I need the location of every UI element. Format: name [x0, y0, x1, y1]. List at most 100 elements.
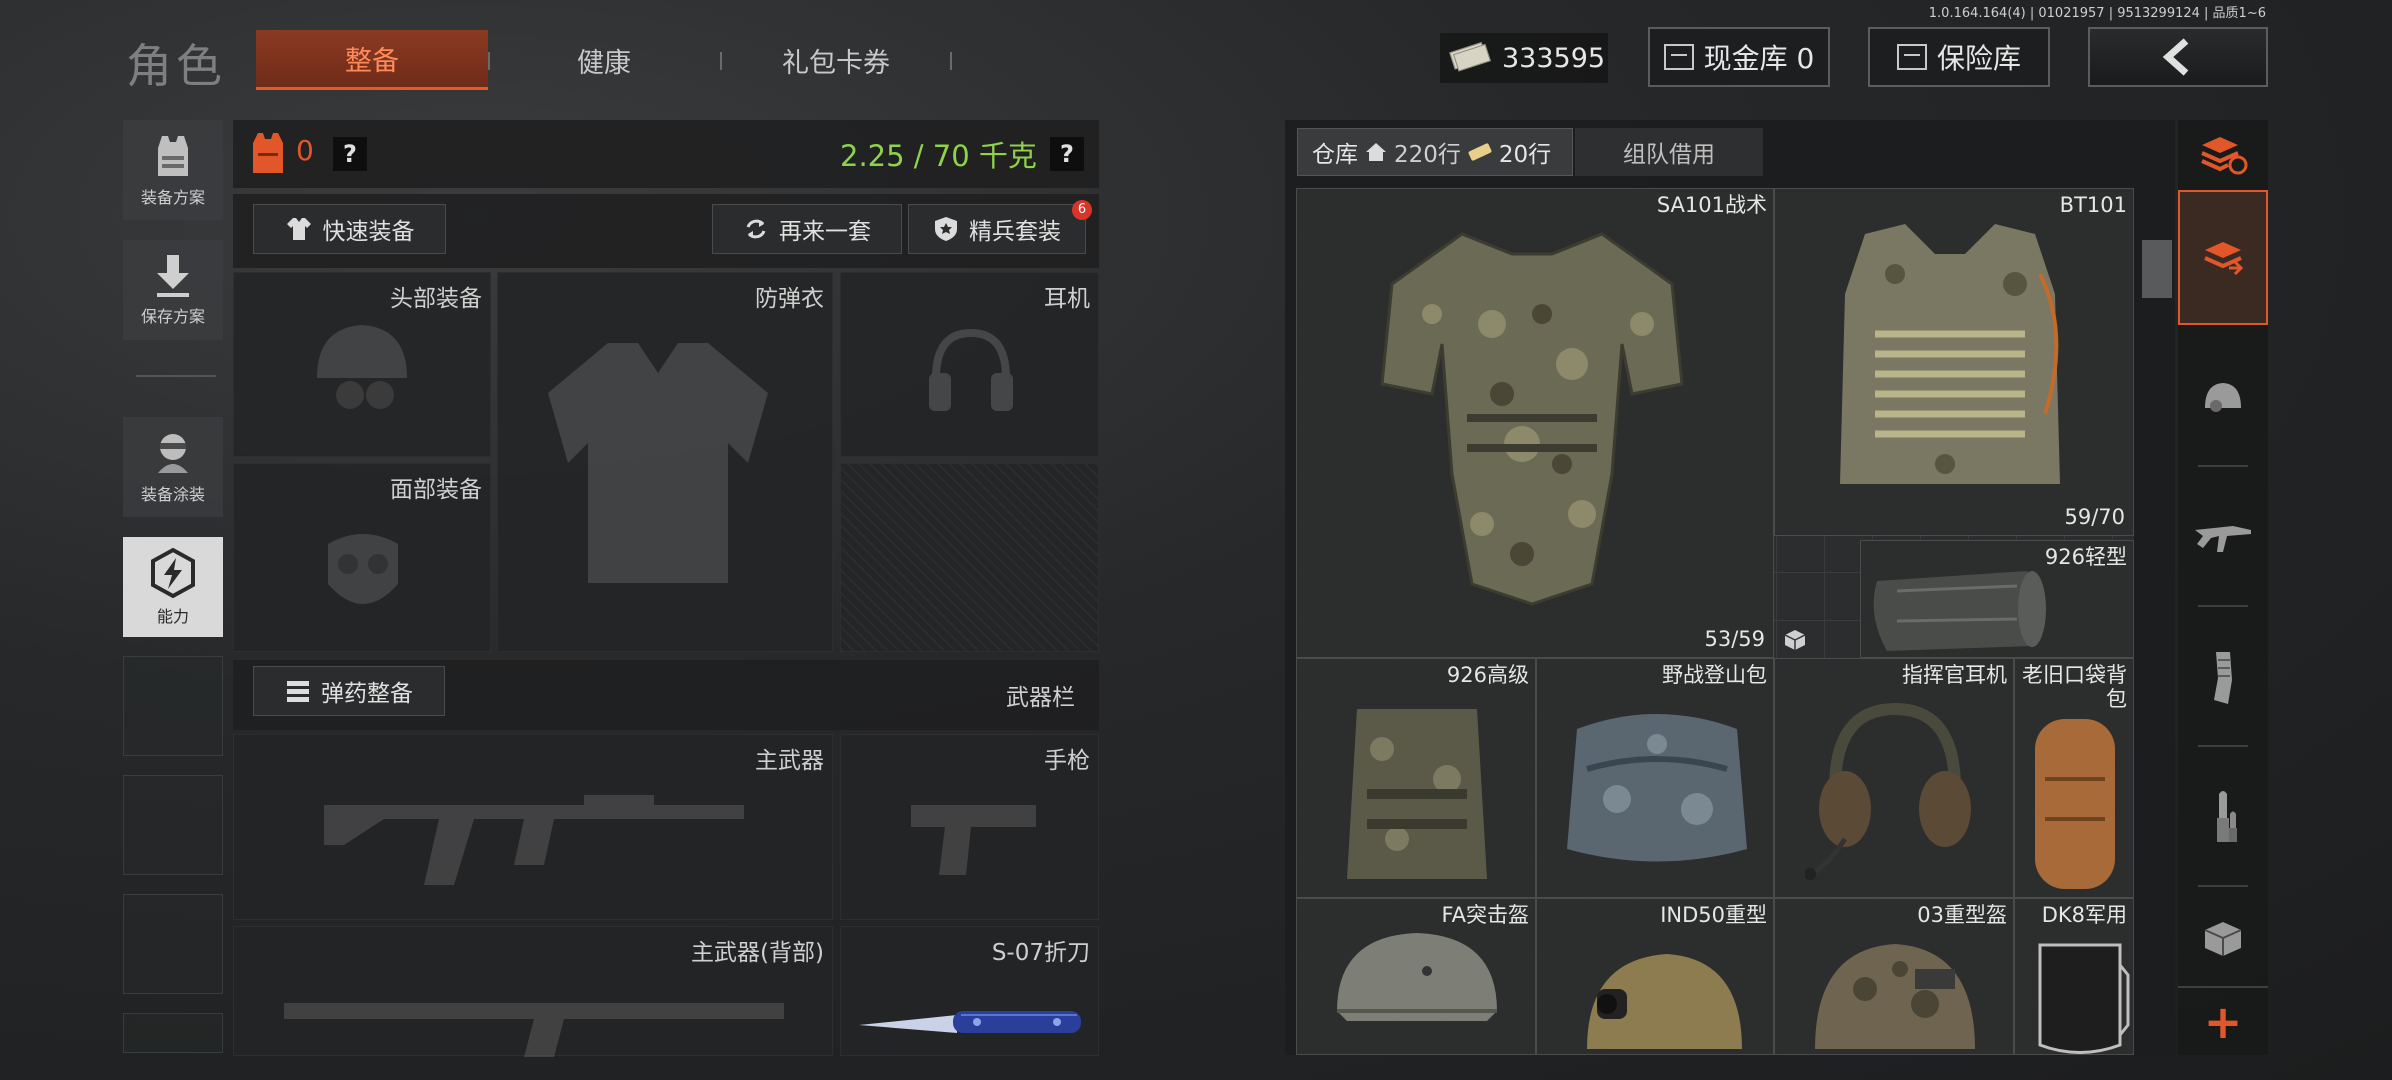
elite-set-label: 精兵套装 — [969, 219, 1061, 245]
sidebar-item-label: 装备涂装 — [140, 485, 205, 504]
storage-item[interactable]: DK8军用 — [2014, 898, 2134, 1055]
tab-health[interactable]: 健康 — [488, 30, 720, 90]
slot-label: 主武器 — [755, 748, 824, 774]
helmet-placeholder-icon — [317, 325, 407, 409]
sidebar-empty-slot — [123, 656, 223, 756]
ammo-filter-icon — [2217, 790, 2237, 842]
sidebar-item-loadout-plan[interactable]: 装备方案 — [123, 120, 223, 220]
another-set-label: 再来一套 — [779, 219, 871, 245]
tab-equip[interactable]: 整备 — [256, 30, 488, 90]
item-durability: 53/59 — [1704, 627, 1765, 651]
tab-team-borrow[interactable]: 组队借用 — [1575, 128, 1763, 176]
filter-magazine[interactable] — [2178, 610, 2268, 745]
lightning-hex-icon — [151, 547, 195, 599]
storage-item[interactable]: SA101战术 53/59 — [1296, 188, 1774, 658]
storage-item[interactable]: 老旧口袋背包 — [2014, 658, 2134, 898]
armor-help-icon[interactable]: ? — [333, 137, 367, 171]
tab-gift-cards[interactable]: 礼包卡券 — [720, 30, 952, 90]
storage-tab-label: 仓库 — [1312, 142, 1358, 168]
quick-equip-label: 快速装备 — [322, 219, 415, 245]
slot-face[interactable]: 面部装备 — [233, 463, 491, 652]
quick-equip-button[interactable]: 快速装备 — [253, 204, 446, 254]
filter-rifle[interactable] — [2178, 470, 2268, 605]
rifle-back-placeholder-icon — [284, 1003, 784, 1057]
ammo-prep-label: 弹药整备 — [321, 681, 413, 707]
weight-help-icon[interactable]: ? — [1050, 137, 1084, 171]
slot-knife[interactable]: S-07折刀 — [840, 926, 1099, 1056]
storage-item[interactable]: 03重型盔 — [1774, 898, 2014, 1055]
back-arrow-icon — [2162, 38, 2189, 76]
heavy-helmet-image — [1587, 954, 1742, 1049]
slot-label: 头部装备 — [390, 286, 482, 312]
storage-item[interactable]: IND50重型 — [1536, 898, 1774, 1055]
ammo-prep-button[interactable]: 弹药整备 — [253, 666, 445, 716]
slot-primary-weapon[interactable]: 主武器 — [233, 734, 833, 920]
safe-icon — [1896, 44, 1927, 70]
filter-ammo[interactable] — [2178, 750, 2268, 885]
pistol-placeholder-icon — [911, 805, 1036, 875]
back-button[interactable] — [2088, 27, 2268, 87]
extra-rows: 20行 — [1498, 142, 1552, 168]
cash-vault-button[interactable]: 现金库 0 — [1648, 27, 1830, 87]
sidebar-item-ability[interactable]: 能力 — [123, 537, 223, 637]
slot-head[interactable]: 头部装备 — [233, 272, 491, 457]
filter-container[interactable] — [2178, 890, 2268, 986]
tab-divider — [950, 52, 952, 70]
tab-storage[interactable]: 仓库 220行 20行 — [1297, 128, 1573, 176]
folding-knife-icon — [859, 1011, 1081, 1033]
storage-item[interactable]: 指挥官耳机 — [1774, 658, 2014, 898]
armor-count-icon — [253, 133, 283, 173]
slot-label: 耳机 — [1044, 286, 1090, 312]
vest-plan-icon — [158, 136, 188, 176]
storage-item[interactable]: 926轻型 — [1860, 540, 2134, 658]
item-name: 指挥官耳机 — [1902, 663, 2007, 687]
filter-helmet[interactable] — [2178, 330, 2268, 465]
sidebar-item-label: 装备方案 — [140, 188, 205, 207]
money-icon — [1449, 41, 1493, 76]
helmet-filter-icon — [2205, 382, 2241, 412]
magazine-filter-icon — [2214, 651, 2232, 704]
item-name: DK8军用 — [2041, 903, 2127, 927]
slot-label: 面部装备 — [390, 477, 482, 503]
light-bag-image — [1873, 571, 2046, 651]
storage-item[interactable]: BT101 59/70 — [1774, 188, 2134, 536]
assault-helmet-image — [1337, 933, 1497, 1021]
slot-label: 防弹衣 — [755, 286, 824, 312]
refresh-icon — [746, 219, 766, 239]
storage-item[interactable]: 926高级 — [1296, 658, 1536, 898]
item-name: 926轻型 — [2044, 545, 2127, 569]
storage-item[interactable]: FA突击盔 — [1296, 898, 1536, 1055]
filter-armor[interactable] — [2178, 190, 2268, 325]
advanced-bag-image — [1347, 709, 1487, 879]
storage-item[interactable]: 野战登山包 — [1536, 658, 1774, 898]
item-name: IND50重型 — [1660, 903, 1767, 927]
slot-primary-back[interactable]: 主武器(背部) — [233, 926, 833, 1057]
slot-headset[interactable]: 耳机 — [840, 272, 1099, 457]
add-button[interactable]: + — [2178, 986, 2268, 1055]
shield-icon — [935, 217, 957, 241]
military-mask-image — [2038, 943, 2130, 1054]
storage-scrollbar[interactable] — [2142, 240, 2172, 298]
sidebar-item-equipment-skin[interactable]: 装备涂装 — [123, 417, 223, 517]
safe-vault-button[interactable]: 保险库 — [1868, 27, 2050, 87]
another-set-button[interactable]: 再来一套 — [712, 204, 902, 254]
headset-placeholder-icon — [929, 328, 1013, 411]
version-text: 1.0.164.164(4) | 01021957 | 9513299124 |… — [1928, 6, 2266, 21]
sort-button[interactable] — [2178, 120, 2268, 190]
currency-display: 333595 — [1440, 33, 1608, 83]
item-name: SA101战术 — [1656, 193, 1767, 217]
slot-pistol[interactable]: 手枪 — [840, 734, 1099, 920]
strip-divider — [2198, 605, 2248, 607]
rifle-placeholder-icon — [324, 795, 744, 885]
ammo-list-icon — [287, 681, 309, 702]
elite-set-button[interactable]: 精兵套装 — [908, 204, 1086, 254]
item-name: 野战登山包 — [1662, 663, 1767, 687]
armor-filter-icon — [2204, 241, 2244, 275]
elite-badge: 6 — [1072, 200, 1092, 220]
sidebar-empty-slot — [123, 775, 223, 875]
slot-vest[interactable]: 防弹衣 — [497, 272, 833, 652]
sidebar-divider — [136, 375, 216, 377]
old-pouch-bag-image — [2035, 719, 2115, 889]
sidebar-item-save-plan[interactable]: 保存方案 — [123, 240, 223, 340]
weight-display: 2.25 / 70 千克 — [840, 139, 1037, 173]
